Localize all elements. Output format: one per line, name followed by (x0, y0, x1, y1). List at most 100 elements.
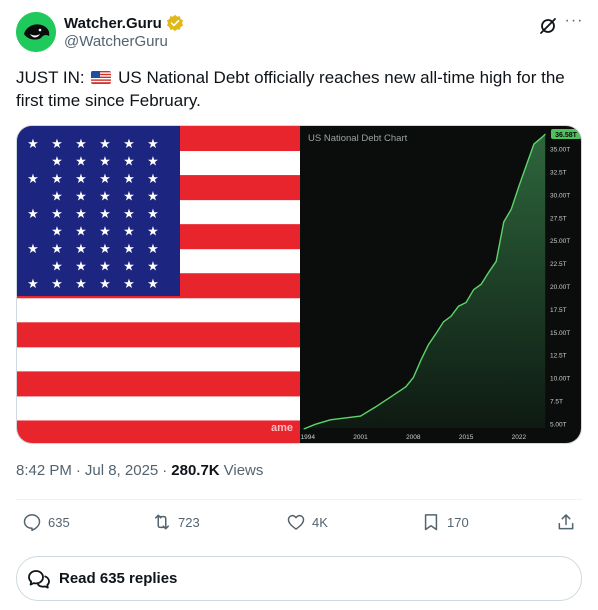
debt-point (518, 185, 520, 187)
debt-point (329, 419, 331, 421)
flag-star: ★ (99, 242, 111, 257)
chart-title: US National Debt Chart (308, 133, 408, 144)
debt-point (488, 271, 490, 273)
flag-star: ★ (51, 277, 63, 292)
flag-star: ★ (27, 242, 39, 257)
flag-stripe (17, 322, 300, 348)
y-tick-label: 10.00T (550, 376, 570, 383)
debt-point (345, 417, 346, 419)
y-tick-label: 27.5T (550, 215, 567, 222)
flag-star: ★ (75, 172, 87, 187)
meta-separator: · (162, 462, 168, 479)
debt-point (544, 133, 546, 135)
flag-star: ★ (75, 277, 87, 292)
us-flag-emoji-icon (91, 71, 112, 84)
heart-icon (287, 514, 305, 530)
y-tick-label: 32.5T (550, 170, 567, 177)
flag-star: ★ (51, 190, 63, 205)
debt-point (450, 315, 452, 317)
flag-star: ★ (27, 137, 39, 152)
debt-point (427, 344, 429, 346)
flag-star: ★ (99, 137, 111, 152)
flag-star: ★ (123, 172, 135, 187)
action-bar: 635 723 4K 170 (16, 508, 582, 540)
y-tick-label: 22.5T (550, 261, 567, 268)
debt-area-fill (304, 134, 546, 429)
debt-point (503, 221, 505, 223)
us-flag-image: ★ ★ ★ ★ ★ ★ ★ ★ ★ ★ ★ ★ ★ ★ ★ ★ ★ ★ ★ ★ ★ ★ ★ ★ ★ ★ ★ ★ ★ ★ ★ ★ ★ ★ ★ ★ ★ ★ ★ ★… (17, 126, 300, 443)
flag-star: ★ (123, 225, 135, 240)
flag-star: ★ (51, 137, 63, 152)
flag-star: ★ (99, 207, 111, 222)
like-count: 4K (312, 514, 328, 530)
flag-star: ★ (123, 155, 135, 170)
tweet-text-prefix: JUST IN: (16, 68, 85, 87)
reply-icon (23, 514, 41, 532)
flag-star: ★ (147, 207, 159, 222)
debt-point (541, 137, 542, 139)
x-tick-label: 2001 (353, 434, 368, 441)
flag-star: ★ (123, 190, 135, 205)
flag-star: ★ (51, 260, 63, 275)
flag-star: ★ (99, 190, 111, 205)
flag-star: ★ (51, 207, 63, 222)
verified-badge-icon (166, 14, 183, 32)
flag-star: ★ (75, 207, 87, 222)
bookmark-count: 170 (447, 514, 469, 530)
flag-star: ★ (99, 155, 111, 170)
bookmark-button[interactable]: 170 (421, 512, 469, 532)
tweet-time[interactable]: 8:42 PM (16, 462, 72, 479)
y-tick-label: 17.5T (550, 307, 567, 314)
tweet-media[interactable]: ★ ★ ★ ★ ★ ★ ★ ★ ★ ★ ★ ★ ★ ★ ★ ★ ★ ★ ★ ★ ★ ★ ★ ★ ★ ★ ★ ★ ★ ★ ★ ★ ★ ★ ★ ★ ★ ★ ★ ★… (16, 125, 582, 444)
debt-point (458, 305, 459, 307)
flag-star: ★ (51, 155, 63, 170)
flag-star: ★ (75, 155, 87, 170)
display-name[interactable]: Watcher.Guru (64, 15, 162, 32)
flag-star: ★ (51, 242, 63, 257)
debt-point (390, 396, 392, 398)
y-tick-label: 5.00T (550, 421, 567, 428)
flag-star: ★ (147, 137, 159, 152)
retweet-button[interactable]: 723 (152, 512, 200, 532)
debt-point (525, 164, 527, 166)
y-tick-label: 30.00T (550, 192, 570, 199)
x-tick-label: 2008 (406, 434, 421, 441)
reply-button[interactable]: 635 (22, 512, 70, 532)
y-tick-label: 25.00T (550, 238, 570, 245)
flag-star: ★ (75, 137, 87, 152)
tweet-text: JUST IN: US National Debt officially rea… (16, 66, 582, 112)
flag-star: ★ (99, 172, 111, 187)
views-count: 280.7K (171, 462, 220, 479)
debt-point (314, 423, 316, 425)
flag-star: ★ (147, 277, 159, 292)
views-label: Views (223, 462, 264, 479)
tweet-header: Watcher.Guru @WatcherGuru ··· (16, 12, 582, 56)
x-tick-label: 1994 (301, 434, 316, 441)
flag-star: ★ (99, 225, 111, 240)
debt-point (480, 283, 482, 285)
more-icon[interactable]: ··· (564, 13, 584, 34)
name-row: Watcher.Guru (64, 13, 184, 33)
flag-star: ★ (147, 190, 159, 205)
meta-separator: · (75, 462, 81, 479)
flag-star: ★ (123, 137, 135, 152)
debt-point (435, 333, 437, 335)
read-replies-button[interactable]: Read 635 replies (16, 556, 582, 601)
share-button[interactable] (556, 512, 576, 532)
x-tick-label: 2022 (512, 434, 527, 441)
handle[interactable]: @WatcherGuru (64, 33, 168, 50)
flag-star: ★ (147, 242, 159, 257)
retweet-icon (155, 514, 169, 530)
y-tick-label: 7.5T (550, 399, 563, 406)
tweet-date[interactable]: Jul 8, 2025 (85, 462, 158, 479)
like-button[interactable]: 4K (286, 512, 328, 532)
debt-chart: US National Debt Chart 5.00T 7.5T 10.00T 12… (300, 126, 581, 443)
flag-star: ★ (147, 155, 159, 170)
debt-point (420, 359, 422, 361)
grok-icon[interactable] (538, 16, 558, 36)
avatar[interactable] (16, 12, 56, 52)
y-tick-label: 35.00T (550, 147, 570, 154)
flag-star: ★ (99, 277, 111, 292)
flag-stripe (17, 371, 300, 397)
flag-star: ★ (51, 225, 63, 240)
